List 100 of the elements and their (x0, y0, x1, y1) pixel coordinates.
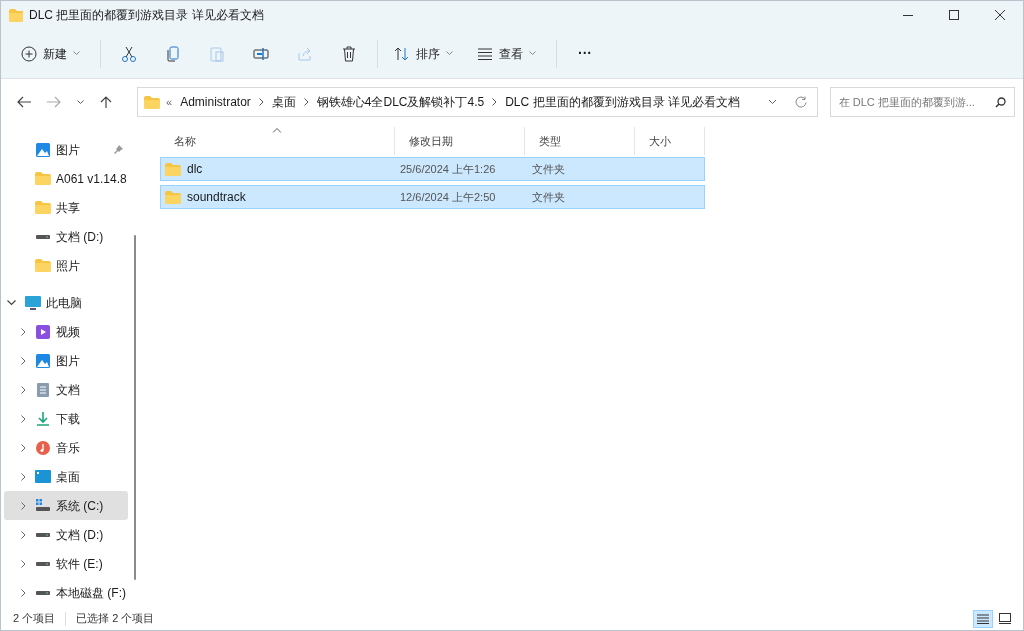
nav-label: 文档 (D:) (56, 228, 104, 246)
chevron-right-icon (21, 472, 26, 481)
list-icon (477, 45, 493, 62)
square-icon (999, 613, 1011, 624)
drive-icon (36, 560, 50, 567)
column-header[interactable]: 名称 (160, 127, 395, 155)
file-type: 文件夹 (531, 189, 566, 205)
nav-item[interactable]: 文档 (D:) (4, 222, 129, 251)
windows-drive-icon (36, 499, 50, 512)
rename-icon (253, 45, 269, 62)
nav-label: A061 v1.14.8 (56, 170, 127, 188)
nav-label: 共享 (56, 199, 80, 217)
folder-icon (165, 162, 181, 176)
more-button[interactable]: ··· (563, 36, 607, 71)
minimize-icon (903, 14, 913, 16)
breadcrumb[interactable]: Administrator (178, 93, 253, 111)
share-icon (297, 45, 313, 62)
nav-label: 音乐 (56, 439, 80, 457)
file-row[interactable]: soundtrack 12/6/2024 上午2:50 文件夹 (160, 185, 705, 209)
column-header[interactable]: 修改日期 (395, 127, 525, 155)
nav-item[interactable]: 系统 (C:) (4, 491, 128, 520)
folder-icon (35, 172, 51, 185)
breadcrumb[interactable]: 钢铁雄心4全DLC及解锁补丁4.5 (314, 93, 487, 111)
nav-label: 桌面 (56, 468, 80, 486)
nav-item[interactable]: 此电脑 (4, 288, 129, 317)
chevron-right-icon (21, 356, 26, 365)
nav-item[interactable]: 照片 (4, 251, 129, 280)
nav-label: 视频 (56, 323, 80, 341)
nav-item[interactable]: 共享 (4, 193, 129, 222)
sort-button[interactable]: 排序 (384, 36, 463, 71)
download-icon (36, 411, 50, 426)
list-icon (977, 613, 989, 624)
column-header[interactable]: 类型 (525, 127, 635, 155)
nav-item[interactable]: 下载 (4, 404, 129, 433)
pin-icon (114, 145, 123, 154)
drive-icon (36, 233, 50, 240)
folder-icon (144, 95, 160, 109)
nav-label: 文档 (56, 381, 80, 399)
nav-item[interactable]: A061 v1.14.8 (4, 164, 129, 193)
music-icon (36, 440, 50, 455)
chevron-right-icon (21, 530, 26, 539)
overflow-chevron[interactable]: « (166, 93, 173, 111)
details-view-button[interactable] (973, 609, 993, 628)
document-icon (37, 382, 49, 397)
file-name: soundtrack (187, 189, 246, 206)
nav-label: 照片 (56, 257, 80, 275)
clipboard-icon (209, 45, 225, 62)
nav-item[interactable]: 本地磁盘 (F:) (4, 578, 129, 607)
modified-date: 12/6/2024 上午2:50 (399, 189, 497, 205)
video-icon (36, 324, 50, 339)
picture-icon (36, 353, 50, 368)
nav-item[interactable]: 文档 (D:) (4, 520, 129, 549)
chevron-right-icon (303, 98, 309, 106)
breadcrumb[interactable]: 桌面 (269, 93, 298, 111)
nav-item[interactable]: 图片 (4, 346, 129, 375)
nav-item[interactable]: 视频 (4, 317, 129, 346)
drive-icon (36, 589, 50, 596)
nav-item[interactable]: 音乐 (4, 433, 129, 462)
nav-label: 软件 (E:) (56, 555, 103, 573)
nav-label: 下载 (56, 410, 80, 428)
address-bar[interactable]: « Administrator 桌面 钢铁雄心4全DLC及解锁补丁4.5 DLC 把里面的都覆到游戏目录 详见必看文档 (137, 87, 818, 117)
folder-icon (9, 8, 23, 22)
nav-item[interactable]: 桌面 (4, 462, 129, 491)
close-icon (995, 10, 1005, 20)
monitor-icon (25, 295, 41, 310)
view-button[interactable]: 查看 (467, 36, 546, 71)
file-type: 文件夹 (531, 161, 566, 177)
chevron-right-icon (21, 588, 26, 597)
new-button[interactable]: 新建 (11, 36, 90, 71)
breadcrumb[interactable]: DLC 把里面的都覆到游戏目录 详见必看文档 (503, 93, 742, 111)
nav-label: 本地磁盘 (F:) (56, 584, 126, 602)
forward-arrow-icon (47, 96, 61, 108)
nav-label: 此电脑 (46, 294, 82, 312)
maximize-icon (949, 10, 959, 20)
nav-item[interactable]: 软件 (E:) (4, 549, 129, 578)
folder-icon (35, 259, 51, 272)
nav-item[interactable]: 文档 (4, 375, 129, 404)
selection-count: 已选择 2 个项目 (76, 611, 155, 627)
plus-icon (21, 45, 37, 62)
chevron-right-icon (21, 559, 26, 568)
modified-date: 25/6/2024 上午1:26 (399, 161, 497, 177)
item-count: 2 个项目 (13, 611, 56, 627)
scrollbar[interactable] (134, 235, 136, 580)
chevron-right-icon (21, 385, 26, 394)
trash-icon (341, 45, 357, 62)
sort-ascending-icon (272, 128, 282, 133)
file-row[interactable]: dlc 25/6/2024 上午1:26 文件夹 (160, 157, 705, 181)
column-header[interactable]: 大小 (635, 127, 705, 155)
sort-icon (394, 45, 410, 62)
chevron-right-icon (492, 98, 498, 106)
folder-icon (35, 201, 51, 214)
chevron-right-icon (258, 98, 264, 106)
chevron-down-icon (767, 99, 777, 105)
window-title: DLC 把里面的都覆到游戏目录 详见必看文档 (29, 7, 264, 24)
nav-label: 系统 (C:) (56, 497, 104, 515)
copy-icon (165, 45, 181, 62)
nav-label: 文档 (D:) (56, 526, 104, 544)
nav-item[interactable]: 图片 (4, 135, 129, 164)
search-field[interactable]: 在 DLC 把里面的都覆到游... (829, 87, 1015, 117)
nav-label: 图片 (56, 141, 80, 159)
